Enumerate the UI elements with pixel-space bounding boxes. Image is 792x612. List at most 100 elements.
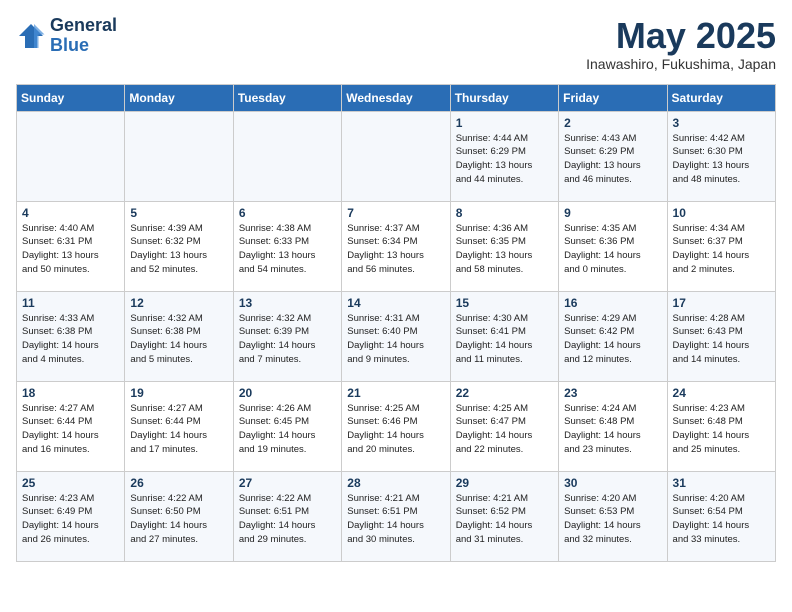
day-info: Sunrise: 4:21 AM Sunset: 6:52 PM Dayligh… [456, 492, 553, 547]
day-number: 7 [347, 206, 444, 220]
calendar-cell: 10 Sunrise: 4:34 AM Sunset: 6:37 PM Dayli… [667, 201, 775, 291]
logo-line2: Blue [50, 35, 89, 55]
day-number: 12 [130, 296, 227, 310]
day-info: Sunrise: 4:22 AM Sunset: 6:50 PM Dayligh… [130, 492, 227, 547]
day-number: 29 [456, 476, 553, 490]
day-number: 20 [239, 386, 336, 400]
day-info: Sunrise: 4:39 AM Sunset: 6:32 PM Dayligh… [130, 222, 227, 277]
day-number: 10 [673, 206, 770, 220]
day-number: 17 [673, 296, 770, 310]
day-info: Sunrise: 4:22 AM Sunset: 6:51 PM Dayligh… [239, 492, 336, 547]
day-number: 24 [673, 386, 770, 400]
day-number: 15 [456, 296, 553, 310]
day-number: 31 [673, 476, 770, 490]
day-number: 11 [22, 296, 119, 310]
day-info: Sunrise: 4:36 AM Sunset: 6:35 PM Dayligh… [456, 222, 553, 277]
calendar-week-2: 4 Sunrise: 4:40 AM Sunset: 6:31 PM Daylig… [17, 201, 776, 291]
calendar-cell: 1Sunrise: 4:44 AM Sunset: 6:29 PM Daylig… [450, 111, 558, 201]
day-info: Sunrise: 4:43 AM Sunset: 6:29 PM Dayligh… [564, 132, 661, 187]
day-info: Sunrise: 4:21 AM Sunset: 6:51 PM Dayligh… [347, 492, 444, 547]
day-number: 22 [456, 386, 553, 400]
day-number: 25 [22, 476, 119, 490]
calendar-cell: 3Sunrise: 4:42 AM Sunset: 6:30 PM Daylig… [667, 111, 775, 201]
day-info: Sunrise: 4:31 AM Sunset: 6:40 PM Dayligh… [347, 312, 444, 367]
calendar-cell: 20 Sunrise: 4:26 AM Sunset: 6:45 PM Dayli… [233, 381, 341, 471]
calendar-cell: 19Sunrise: 4:27 AM Sunset: 6:44 PM Dayli… [125, 381, 233, 471]
calendar-cell: 29 Sunrise: 4:21 AM Sunset: 6:52 PM Dayli… [450, 471, 558, 561]
calendar-cell: 31 Sunrise: 4:20 AM Sunset: 6:54 PM Dayli… [667, 471, 775, 561]
day-number: 14 [347, 296, 444, 310]
calendar-cell: 14 Sunrise: 4:31 AM Sunset: 6:40 PM Dayli… [342, 291, 450, 381]
day-info: Sunrise: 4:32 AM Sunset: 6:38 PM Dayligh… [130, 312, 227, 367]
day-info: Sunrise: 4:23 AM Sunset: 6:49 PM Dayligh… [22, 492, 119, 547]
calendar-cell: 24 Sunrise: 4:23 AM Sunset: 6:48 PM Dayli… [667, 381, 775, 471]
day-info: Sunrise: 4:26 AM Sunset: 6:45 PM Dayligh… [239, 402, 336, 457]
day-info: Sunrise: 4:38 AM Sunset: 6:33 PM Dayligh… [239, 222, 336, 277]
day-number: 18 [22, 386, 119, 400]
weekday-header-monday: Monday [125, 84, 233, 111]
calendar-cell: 23 Sunrise: 4:24 AM Sunset: 6:48 PM Dayli… [559, 381, 667, 471]
calendar-cell: 16 Sunrise: 4:29 AM Sunset: 6:42 PM Dayli… [559, 291, 667, 381]
weekday-header-friday: Friday [559, 84, 667, 111]
day-info: Sunrise: 4:29 AM Sunset: 6:42 PM Dayligh… [564, 312, 661, 367]
calendar-cell: 11Sunrise: 4:33 AM Sunset: 6:38 PM Dayli… [17, 291, 125, 381]
calendar-cell: 17 Sunrise: 4:28 AM Sunset: 6:43 PM Dayli… [667, 291, 775, 381]
weekday-header-tuesday: Tuesday [233, 84, 341, 111]
day-info: Sunrise: 4:23 AM Sunset: 6:48 PM Dayligh… [673, 402, 770, 457]
day-number: 6 [239, 206, 336, 220]
weekday-header-thursday: Thursday [450, 84, 558, 111]
month-title: May 2025 [586, 16, 776, 56]
calendar-cell: 15Sunrise: 4:30 AM Sunset: 6:41 PM Dayli… [450, 291, 558, 381]
calendar-week-1: 1Sunrise: 4:44 AM Sunset: 6:29 PM Daylig… [17, 111, 776, 201]
day-number: 28 [347, 476, 444, 490]
logo-line1: General [50, 16, 117, 36]
location: Inawashiro, Fukushima, Japan [586, 56, 776, 72]
calendar-cell: 28 Sunrise: 4:21 AM Sunset: 6:51 PM Dayli… [342, 471, 450, 561]
calendar-cell: 5Sunrise: 4:39 AM Sunset: 6:32 PM Daylig… [125, 201, 233, 291]
day-info: Sunrise: 4:27 AM Sunset: 6:44 PM Dayligh… [130, 402, 227, 457]
day-info: Sunrise: 4:27 AM Sunset: 6:44 PM Dayligh… [22, 402, 119, 457]
weekday-header-sunday: Sunday [17, 84, 125, 111]
day-number: 4 [22, 206, 119, 220]
weekday-header-wednesday: Wednesday [342, 84, 450, 111]
day-info: Sunrise: 4:20 AM Sunset: 6:54 PM Dayligh… [673, 492, 770, 547]
calendar-cell [233, 111, 341, 201]
day-number: 23 [564, 386, 661, 400]
calendar-cell: 30Sunrise: 4:20 AM Sunset: 6:53 PM Dayli… [559, 471, 667, 561]
calendar-table: SundayMondayTuesdayWednesdayThursdayFrid… [16, 84, 776, 562]
day-info: Sunrise: 4:34 AM Sunset: 6:37 PM Dayligh… [673, 222, 770, 277]
day-number: 3 [673, 116, 770, 130]
day-info: Sunrise: 4:32 AM Sunset: 6:39 PM Dayligh… [239, 312, 336, 367]
day-number: 26 [130, 476, 227, 490]
calendar-cell: 2Sunrise: 4:43 AM Sunset: 6:29 PM Daylig… [559, 111, 667, 201]
day-info: Sunrise: 4:40 AM Sunset: 6:31 PM Dayligh… [22, 222, 119, 277]
calendar-cell: 21Sunrise: 4:25 AM Sunset: 6:46 PM Dayli… [342, 381, 450, 471]
day-number: 8 [456, 206, 553, 220]
day-number: 9 [564, 206, 661, 220]
calendar-cell: 22 Sunrise: 4:25 AM Sunset: 6:47 PM Dayli… [450, 381, 558, 471]
logo-text: General Blue [50, 16, 117, 56]
calendar-cell: 6 Sunrise: 4:38 AM Sunset: 6:33 PM Daylig… [233, 201, 341, 291]
day-number: 16 [564, 296, 661, 310]
day-info: Sunrise: 4:28 AM Sunset: 6:43 PM Dayligh… [673, 312, 770, 367]
day-number: 30 [564, 476, 661, 490]
day-info: Sunrise: 4:37 AM Sunset: 6:34 PM Dayligh… [347, 222, 444, 277]
calendar-cell: 26 Sunrise: 4:22 AM Sunset: 6:50 PM Dayli… [125, 471, 233, 561]
calendar-cell: 27 Sunrise: 4:22 AM Sunset: 6:51 PM Dayli… [233, 471, 341, 561]
calendar-cell: 12 Sunrise: 4:32 AM Sunset: 6:38 PM Dayli… [125, 291, 233, 381]
calendar-cell [342, 111, 450, 201]
title-block: May 2025 Inawashiro, Fukushima, Japan [586, 16, 776, 72]
calendar-cell: 13Sunrise: 4:32 AM Sunset: 6:39 PM Dayli… [233, 291, 341, 381]
day-number: 27 [239, 476, 336, 490]
day-info: Sunrise: 4:25 AM Sunset: 6:47 PM Dayligh… [456, 402, 553, 457]
weekday-header-row: SundayMondayTuesdayWednesdayThursdayFrid… [17, 84, 776, 111]
calendar-cell [17, 111, 125, 201]
logo-icon [16, 21, 46, 51]
calendar-cell: 8 Sunrise: 4:36 AM Sunset: 6:35 PM Daylig… [450, 201, 558, 291]
day-info: Sunrise: 4:44 AM Sunset: 6:29 PM Dayligh… [456, 132, 553, 187]
logo: General Blue [16, 16, 117, 56]
calendar-cell: 18 Sunrise: 4:27 AM Sunset: 6:44 PM Dayli… [17, 381, 125, 471]
day-info: Sunrise: 4:24 AM Sunset: 6:48 PM Dayligh… [564, 402, 661, 457]
day-info: Sunrise: 4:25 AM Sunset: 6:46 PM Dayligh… [347, 402, 444, 457]
calendar-cell: 7 Sunrise: 4:37 AM Sunset: 6:34 PM Daylig… [342, 201, 450, 291]
